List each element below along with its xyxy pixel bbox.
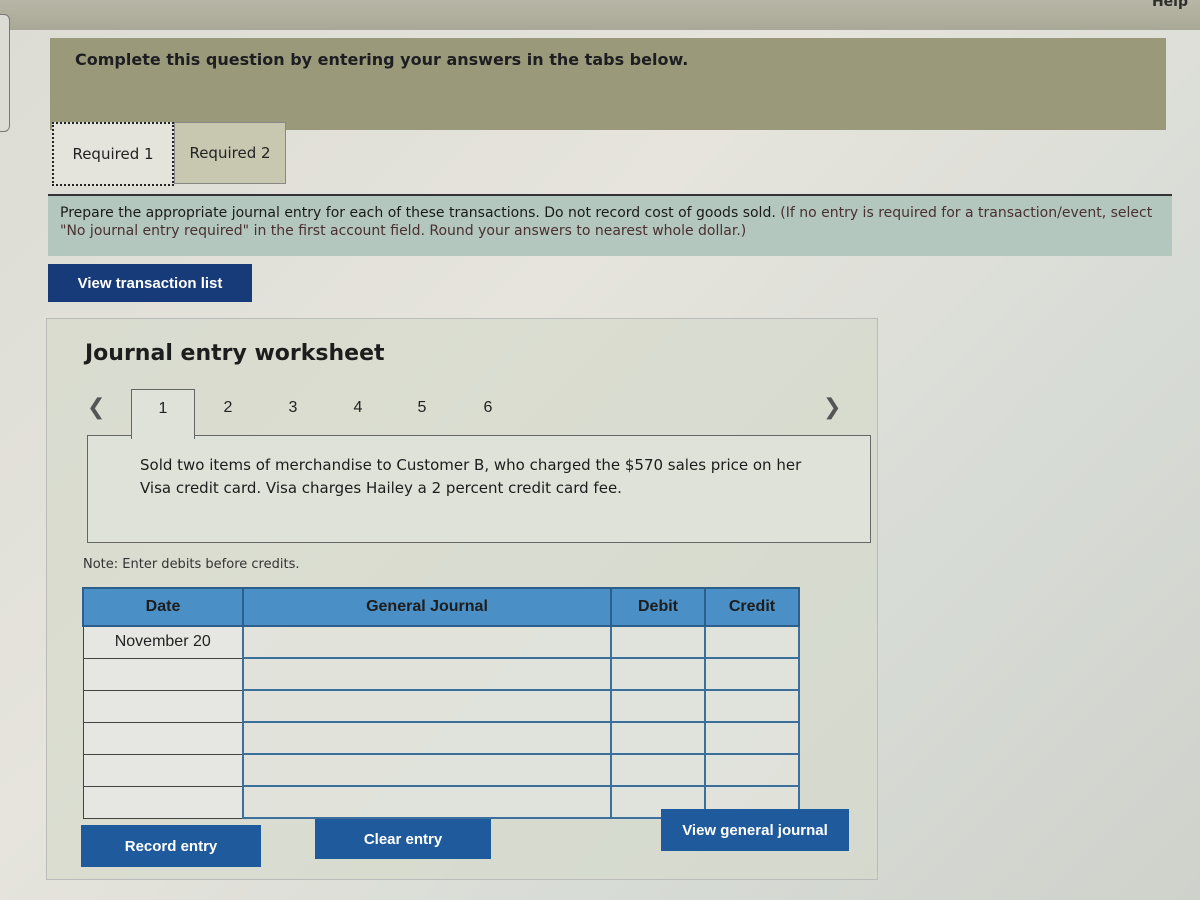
general-journal-header: General Journal: [242, 587, 612, 627]
debit-input[interactable]: [610, 753, 706, 787]
journal-entry-worksheet: Journal entry worksheet ❮ 1 2 3 4 5 6 ❯ …: [46, 318, 878, 880]
journal-header-row: Date General Journal Debit Credit: [82, 587, 800, 627]
journal-row: November 20: [82, 625, 800, 659]
transaction-pager: ❮ 1 2 3 4 5 6 ❯: [83, 389, 843, 439]
page-2-tab[interactable]: 2: [215, 399, 241, 417]
view-transaction-list-button[interactable]: View transaction list: [48, 264, 252, 302]
view-general-journal-button[interactable]: View general journal: [661, 809, 849, 851]
required-tabs: Required 1 Required 2: [52, 122, 286, 186]
banner-text: Complete this question by entering your …: [75, 50, 689, 69]
date-cell: [82, 721, 244, 755]
help-link[interactable]: Help: [1152, 0, 1188, 10]
account-input[interactable]: [242, 625, 612, 659]
credit-header: Credit: [704, 587, 800, 627]
account-input[interactable]: [242, 785, 612, 819]
journal-row: [82, 753, 800, 787]
credit-input[interactable]: [704, 753, 800, 787]
question-banner: Complete this question by entering your …: [50, 38, 1166, 130]
date-cell: [82, 753, 244, 787]
debit-header: Debit: [610, 587, 706, 627]
date-header: Date: [82, 587, 244, 627]
tab-required-2[interactable]: Required 2: [174, 122, 286, 184]
journal-table: Date General Journal Debit Credit Novemb…: [82, 587, 800, 819]
journal-row: [82, 721, 800, 755]
record-entry-button[interactable]: Record entry: [81, 825, 261, 867]
account-input[interactable]: [242, 721, 612, 755]
tab-required-1[interactable]: Required 1: [52, 122, 174, 186]
date-cell: [82, 785, 244, 819]
credit-input[interactable]: [704, 657, 800, 691]
debits-note: Note: Enter debits before credits.: [83, 557, 300, 572]
credit-input[interactable]: [704, 689, 800, 723]
side-panel-edge: [0, 14, 10, 132]
debit-input[interactable]: [610, 689, 706, 723]
account-input[interactable]: [242, 657, 612, 691]
worksheet-title: Journal entry worksheet: [85, 341, 385, 366]
journal-row: [82, 689, 800, 723]
clear-entry-button[interactable]: Clear entry: [315, 819, 491, 859]
account-input[interactable]: [242, 753, 612, 787]
page-3-tab[interactable]: 3: [280, 399, 306, 417]
chevron-right-icon[interactable]: ❯: [823, 395, 841, 420]
debit-input[interactable]: [610, 657, 706, 691]
page-6-tab[interactable]: 6: [475, 399, 501, 417]
transaction-description-box: Sold two items of merchandise to Custome…: [87, 435, 871, 543]
journal-row: [82, 657, 800, 691]
credit-input[interactable]: [704, 721, 800, 755]
instructions-main: Prepare the appropriate journal entry fo…: [60, 205, 776, 221]
chevron-left-icon[interactable]: ❮: [87, 395, 105, 420]
page-1-tab[interactable]: 1: [131, 389, 195, 439]
date-cell: [82, 657, 244, 691]
credit-input[interactable]: [704, 625, 800, 659]
date-cell: November 20: [82, 625, 244, 659]
transaction-description: Sold two items of merchandise to Custome…: [140, 456, 802, 497]
page-4-tab[interactable]: 4: [345, 399, 371, 417]
debit-input[interactable]: [610, 721, 706, 755]
top-bar: Help: [0, 0, 1200, 30]
page-5-tab[interactable]: 5: [409, 399, 435, 417]
account-input[interactable]: [242, 689, 612, 723]
date-cell: [82, 689, 244, 723]
instructions-text: Prepare the appropriate journal entry fo…: [60, 204, 1160, 240]
instructions-box: Prepare the appropriate journal entry fo…: [48, 194, 1172, 256]
debit-input[interactable]: [610, 625, 706, 659]
